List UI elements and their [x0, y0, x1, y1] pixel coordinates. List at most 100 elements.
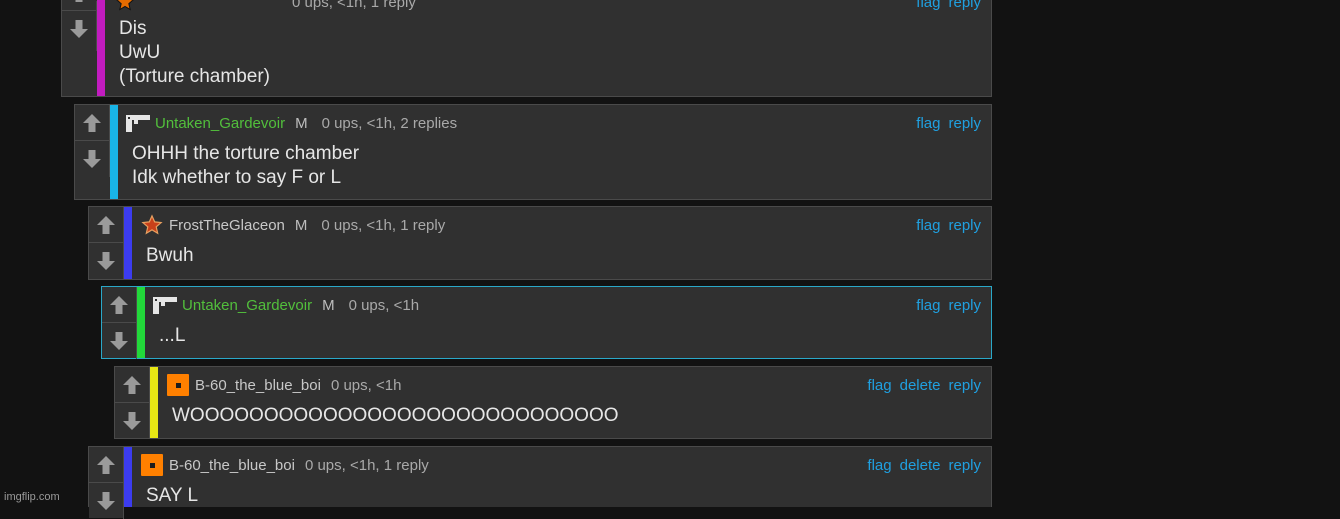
- comment-body: B-60_the_blue_boi 0 ups, <1h, 1 reply fl…: [132, 447, 991, 507]
- arrow-down-icon: [123, 411, 141, 430]
- reply-link[interactable]: reply: [948, 297, 981, 314]
- flag-link[interactable]: flag: [867, 457, 891, 474]
- downvote-button[interactable]: [62, 11, 96, 46]
- depth-bar: [97, 0, 105, 96]
- upvote-button[interactable]: [102, 287, 136, 323]
- arrow-up-icon: [97, 215, 115, 234]
- upvote-button[interactable]: [62, 0, 96, 11]
- reply-link[interactable]: reply: [948, 0, 981, 11]
- watermark: imgflip.com: [4, 491, 60, 503]
- comment-header: Untaken_Gardevoir M 0 ups, <1h flag repl…: [145, 294, 981, 316]
- comment-text: SAY L: [146, 485, 199, 506]
- comment-text: WOOOOOOOOOOOOOOOOOOOOOOOOOOOOO: [172, 405, 619, 426]
- flag-link[interactable]: flag: [916, 0, 940, 11]
- downvote-button[interactable]: [115, 403, 149, 438]
- comment-meta: 0 ups, <1h, 1 reply: [321, 216, 446, 234]
- downvote-button[interactable]: [75, 141, 109, 176]
- depth-bar: [137, 287, 145, 358]
- comment-thread: 0 ups, <1h, 1 reply flag reply Dis UwU (…: [0, 0, 1340, 519]
- arrow-down-icon: [110, 331, 128, 350]
- username[interactable]: Untaken_Gardevoir: [182, 297, 312, 314]
- comment-body: FrostTheGlaceon M 0 ups, <1h, 1 reply fl…: [132, 207, 991, 279]
- depth-bar: [110, 105, 118, 199]
- depth-bar: [124, 447, 132, 507]
- comment-text: OHHH the torture chamber Idk whether to …: [132, 143, 360, 188]
- comment-actions: flag delete reply: [867, 457, 981, 474]
- mod-badge: M: [294, 216, 308, 234]
- comment-body: Untaken_Gardevoir M 0 ups, <1h flag repl…: [145, 287, 991, 358]
- upvote-button[interactable]: [89, 207, 123, 243]
- comment: Untaken_Gardevoir M 0 ups, <1h, 2 replie…: [74, 104, 992, 200]
- comment-header: FrostTheGlaceon M 0 ups, <1h, 1 reply fl…: [132, 214, 981, 236]
- pixel-gun-icon: [125, 112, 151, 134]
- comment-header: 0 ups, <1h, 1 reply flag reply: [105, 0, 981, 13]
- orange-square-icon: [139, 454, 165, 476]
- delete-link[interactable]: delete: [900, 457, 941, 474]
- username[interactable]: FrostTheGlaceon: [169, 217, 285, 234]
- vote-controls: [89, 447, 124, 519]
- comment-actions: flag reply: [916, 115, 981, 132]
- reply-link[interactable]: reply: [948, 377, 981, 394]
- flag-link[interactable]: flag: [916, 217, 940, 234]
- flag-link[interactable]: flag: [867, 377, 891, 394]
- vote-controls: [89, 207, 124, 279]
- comment: 0 ups, <1h, 1 reply flag reply Dis UwU (…: [61, 0, 992, 97]
- comment: Untaken_Gardevoir M 0 ups, <1h flag repl…: [101, 286, 992, 359]
- downvote-button[interactable]: [89, 483, 123, 518]
- reply-link[interactable]: reply: [948, 457, 981, 474]
- vote-controls: [75, 105, 110, 177]
- upvote-button[interactable]: [115, 367, 149, 403]
- comment-header: Untaken_Gardevoir M 0 ups, <1h, 2 replie…: [118, 112, 981, 134]
- comment-header: B-60_the_blue_boi 0 ups, <1h flag delete…: [158, 374, 981, 396]
- comment-body: 0 ups, <1h, 1 reply flag reply Dis UwU (…: [105, 0, 991, 96]
- mod-badge: M: [322, 296, 335, 314]
- comment-body: Untaken_Gardevoir M 0 ups, <1h, 2 replie…: [118, 105, 991, 199]
- delete-link[interactable]: delete: [900, 377, 941, 394]
- comment-body: B-60_the_blue_boi 0 ups, <1h flag delete…: [158, 367, 991, 438]
- arrow-down-icon: [97, 251, 115, 270]
- arrow-up-icon: [75, 0, 83, 2]
- upvote-button[interactable]: [89, 447, 123, 483]
- upvote-button[interactable]: [75, 105, 109, 141]
- flag-link[interactable]: flag: [916, 115, 940, 132]
- comment-header: B-60_the_blue_boi 0 ups, <1h, 1 reply fl…: [132, 454, 981, 476]
- arrow-down-icon: [83, 149, 101, 168]
- arrow-up-icon: [97, 455, 115, 474]
- flag-link[interactable]: flag: [916, 297, 940, 314]
- comment: B-60_the_blue_boi 0 ups, <1h, 1 reply fl…: [88, 446, 992, 519]
- vote-controls: [62, 0, 97, 51]
- comment-actions: flag reply: [916, 0, 981, 11]
- comment-meta: 0 ups, <1h: [348, 296, 420, 314]
- depth-bar: [150, 367, 158, 438]
- downvote-button[interactable]: [102, 323, 136, 358]
- arrow-up-icon: [123, 375, 141, 394]
- comment-meta: 0 ups, <1h: [330, 376, 402, 394]
- comment-actions: flag reply: [916, 297, 981, 314]
- star-icon: [112, 0, 138, 13]
- arrow-up-icon: [110, 295, 128, 314]
- star-icon: [139, 214, 165, 236]
- vote-controls: [115, 367, 150, 439]
- arrow-up-icon: [83, 113, 101, 132]
- comment-meta: 0 ups, <1h, 2 replies: [321, 114, 458, 132]
- comment: FrostTheGlaceon M 0 ups, <1h, 1 reply fl…: [88, 206, 992, 280]
- comment-meta: 0 ups, <1h, 1 reply: [304, 456, 429, 474]
- arrow-down-icon: [70, 19, 88, 38]
- reply-link[interactable]: reply: [948, 115, 981, 132]
- comment-text: Bwuh: [146, 245, 194, 266]
- comment-actions: flag delete reply: [867, 377, 981, 394]
- mod-badge: M: [295, 114, 308, 132]
- comment-text: ...L: [159, 325, 186, 346]
- arrow-down-icon: [97, 491, 115, 510]
- downvote-button[interactable]: [89, 243, 123, 278]
- depth-bar: [124, 207, 132, 279]
- comment-meta: 0 ups, <1h, 1 reply: [292, 0, 416, 11]
- username[interactable]: Untaken_Gardevoir: [155, 115, 285, 132]
- comment: B-60_the_blue_boi 0 ups, <1h flag delete…: [114, 366, 992, 439]
- username[interactable]: B-60_the_blue_boi: [169, 457, 295, 474]
- orange-square-icon: [165, 374, 191, 396]
- pixel-gun-icon: [152, 294, 178, 316]
- comment-actions: flag reply: [916, 217, 981, 234]
- username[interactable]: B-60_the_blue_boi: [195, 377, 321, 394]
- reply-link[interactable]: reply: [948, 217, 981, 234]
